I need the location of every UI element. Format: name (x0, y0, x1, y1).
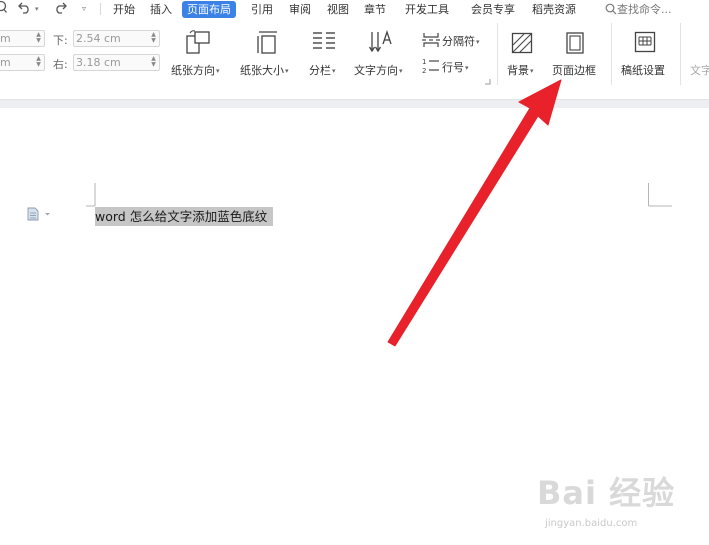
watermark-logo: Bai 经验 (537, 474, 676, 512)
red-arrow-annotation (387, 79, 562, 347)
watermark-url: jingyan.baidu.com (545, 518, 638, 529)
